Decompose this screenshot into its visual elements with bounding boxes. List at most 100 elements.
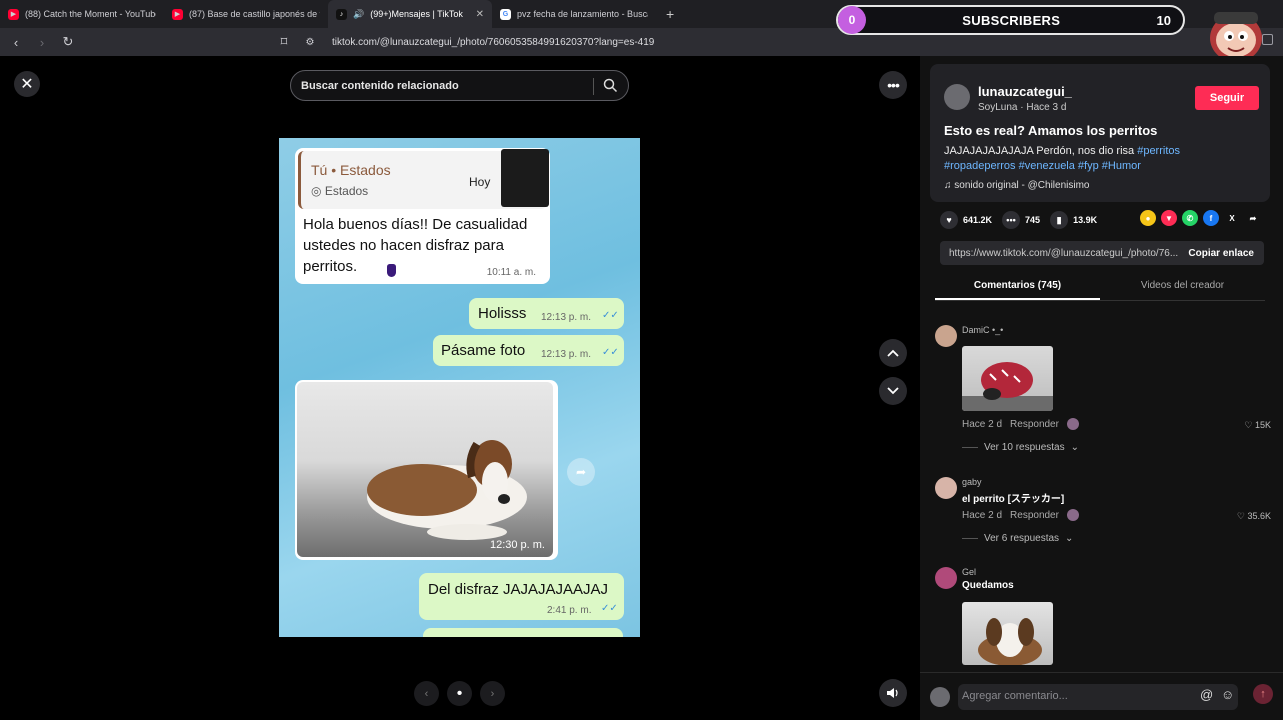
- search-icon[interactable]: [603, 78, 618, 93]
- post-photo: Tú • Estados ◎ Estados Hoy Hola buenos d…: [279, 138, 640, 637]
- post-link[interactable]: https://www.tiktok.com/@lunauzcategui_/p…: [940, 248, 1178, 259]
- speaker-icon[interactable]: 🔊: [353, 9, 364, 20]
- mention-icon[interactable]: @: [1200, 687, 1213, 702]
- commenter-name[interactable]: Gel: [962, 567, 976, 577]
- comment-text: el perrito [ステッカー]: [962, 494, 1065, 505]
- bookmark-icon: ▮: [1050, 211, 1069, 229]
- emoji-icon[interactable]: ☺: [1221, 687, 1234, 702]
- message-time: 2:41 p. m.: [547, 605, 592, 616]
- comment-like-button[interactable]: ♡ 35.6K: [1237, 511, 1271, 522]
- x-icon[interactable]: X: [1224, 210, 1240, 226]
- reply-button[interactable]: Responder: [1010, 510, 1059, 521]
- tab-comments[interactable]: Comentarios (745): [935, 275, 1100, 300]
- message-time: 12:13 p. m.: [541, 312, 592, 323]
- subscriber-counter: 0 SUBSCRIBERS 10: [836, 5, 1185, 35]
- tab-youtube-catch[interactable]: ▶ (88) Catch the Moment - YouTube: [0, 0, 164, 28]
- tab-google[interactable]: G pvz fecha de lanzamiento - Buscar co: [492, 0, 656, 28]
- related-search-input[interactable]: Buscar contenido relacionado: [290, 70, 629, 101]
- tab-tiktok[interactable]: ♪ 🔊 (99+)Mensajes | TikTok ✕: [328, 0, 492, 28]
- forward-icon[interactable]: ›: [34, 35, 50, 50]
- more-options-button[interactable]: •••: [879, 71, 907, 99]
- comment-like-count: 15K: [1254, 420, 1271, 430]
- back-icon[interactable]: ‹: [8, 35, 24, 50]
- view-replies-button[interactable]: Ver 6 respuestas ⌄: [962, 533, 1073, 544]
- heart-outline-icon: ♡: [1236, 511, 1248, 521]
- message-time: 10:11 a. m.: [486, 267, 536, 278]
- sound-link[interactable]: ♫ sonido original - @Chilenisimo: [944, 180, 1090, 191]
- status-thumbnail: [501, 149, 549, 207]
- save-button[interactable]: ▮ 13.9K: [1050, 211, 1097, 229]
- comment-item: DamiC •_• Hace 2 d Responder ♡ 15K Ver 1…: [935, 325, 1275, 465]
- search-placeholder: Buscar contenido relacionado: [301, 79, 459, 92]
- subscriber-count: 0: [838, 6, 866, 34]
- bookmark-icon[interactable]: ⌑: [276, 34, 292, 50]
- close-viewer-button[interactable]: ✕: [14, 71, 40, 97]
- forward-icon: ➦: [567, 458, 595, 486]
- mouse-cursor-icon: [387, 264, 396, 277]
- post-info-card: lunauzcategui_ SoyLuna · Hace 3 d Seguir…: [930, 64, 1270, 202]
- save-count: 13.9K: [1073, 215, 1098, 225]
- url-field[interactable]: tiktok.com/@lunauzcategui_/photo/7606053…: [332, 37, 654, 48]
- comment-like-button[interactable]: ♡ 15K: [1244, 420, 1271, 431]
- commenter-avatar[interactable]: [935, 477, 957, 499]
- author-username[interactable]: lunauzcategui_: [978, 84, 1072, 99]
- my-avatar: [930, 687, 950, 707]
- comment-text: Quedamos: [962, 580, 1014, 591]
- post-description: JAJAJAJAJAJAJA Perdón, nos dio risa #per…: [944, 144, 1264, 174]
- heart-outline-icon: ♡: [1244, 420, 1255, 430]
- hashtag-links[interactable]: #ropadeperros #venezuela #fyp #Humor: [944, 160, 1141, 172]
- comment-time: Hace 2 d: [962, 418, 1003, 430]
- comment-count: 745: [1025, 215, 1041, 225]
- copy-link-button[interactable]: Copiar enlace: [1178, 248, 1264, 259]
- close-tab-icon[interactable]: ✕: [476, 9, 484, 20]
- author-avatar[interactable]: [944, 84, 970, 110]
- reply-preview: Tú • Estados ◎ Estados Hoy: [298, 149, 549, 209]
- tab-creator-videos[interactable]: Videos del creador: [1100, 275, 1265, 300]
- read-ticks-icon: ✓✓: [602, 310, 619, 321]
- follow-button[interactable]: Seguir: [1195, 86, 1259, 110]
- comment-meta: Hace 2 d Responder: [962, 418, 1079, 430]
- previous-photo-button[interactable]: ‹: [414, 681, 439, 706]
- comment-image[interactable]: [962, 346, 1053, 411]
- commenter-name[interactable]: DamiC •_•: [962, 325, 1003, 335]
- status-icon: ◎: [311, 184, 325, 198]
- comment-icon: •••: [1002, 211, 1021, 229]
- hashtag-link[interactable]: #perritos: [1137, 145, 1180, 157]
- comment-composer: Agregar comentario... @ ☺ ↑: [920, 672, 1283, 720]
- youtube-icon: ▶: [8, 8, 19, 20]
- previous-post-button[interactable]: [879, 339, 907, 367]
- tab-youtube-castillo[interactable]: ▶ (87) Base de castillo japonés de fanta: [164, 0, 328, 28]
- comment-button[interactable]: ••• 745: [1002, 211, 1040, 229]
- send-icon[interactable]: ▼: [1161, 210, 1177, 226]
- dog-costume-illustration: [962, 362, 1053, 411]
- like-button[interactable]: ♥ 641.2K: [940, 211, 992, 229]
- description-text: JAJAJAJAJAJAJA Perdón, nos dio risa: [944, 145, 1138, 157]
- reply-button[interactable]: Responder: [1010, 419, 1059, 430]
- next-photo-button[interactable]: ›: [480, 681, 505, 706]
- embed-icon[interactable]: ●: [1140, 210, 1156, 226]
- new-tab-button[interactable]: +: [656, 6, 684, 22]
- chat-message-outgoing: Pásame foto 12:13 p. m. ✓✓: [433, 335, 624, 366]
- tab-title: pvz fecha de lanzamiento - Buscar co: [517, 9, 648, 19]
- message-text: Holisss: [478, 305, 527, 322]
- comment-like-count: 35.6K: [1247, 511, 1271, 521]
- view-replies-button[interactable]: Ver 10 respuestas ⌄: [962, 442, 1079, 453]
- post-title: Esto es real? Amamos los perritos: [944, 123, 1158, 138]
- comment-input[interactable]: Agregar comentario...: [958, 684, 1238, 710]
- view-replies-label: Ver 6 respuestas: [984, 533, 1060, 544]
- whatsapp-icon[interactable]: ✆: [1182, 210, 1198, 226]
- commenter-name[interactable]: gaby: [962, 477, 982, 487]
- comment-meta: Hace 2 d Responder: [962, 509, 1079, 521]
- share-icon[interactable]: ➦: [1245, 210, 1261, 226]
- page-indicator: •: [447, 681, 472, 706]
- comment-image[interactable]: [962, 602, 1053, 665]
- arrow-up-icon: ↑: [1260, 688, 1266, 700]
- next-post-button[interactable]: [879, 377, 907, 405]
- commenter-avatar[interactable]: [935, 325, 957, 347]
- facebook-icon[interactable]: f: [1203, 210, 1219, 226]
- site-info-icon[interactable]: ⚙: [302, 37, 318, 48]
- commenter-avatar[interactable]: [935, 567, 957, 589]
- post-comment-button[interactable]: ↑: [1253, 684, 1273, 704]
- reload-icon[interactable]: ↻: [60, 34, 76, 50]
- volume-button[interactable]: [879, 679, 907, 707]
